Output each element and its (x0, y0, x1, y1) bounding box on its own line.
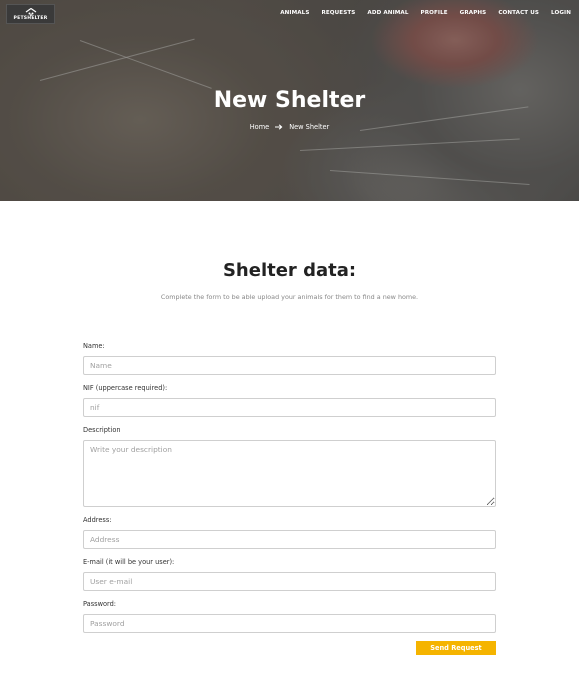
nav-item-requests[interactable]: REQUESTS (321, 10, 355, 16)
paw-house-icon (25, 7, 37, 16)
nav-item-login[interactable]: LOGIN (551, 10, 571, 16)
address-input[interactable] (83, 530, 496, 549)
brand-name: PETSHELTER (13, 15, 48, 21)
email-label: E-mail (it will be your user): (83, 558, 175, 566)
nav-item-add-animal[interactable]: ADD ANIMAL (367, 10, 408, 16)
decor-whisker (299, 138, 520, 151)
description-textarea[interactable] (83, 440, 496, 507)
form-title: Shelter data: (222, 260, 357, 281)
address-label: Address: (83, 516, 112, 524)
breadcrumb-home-link[interactable]: Home (250, 123, 269, 131)
breadcrumb: Home New Shelter (0, 123, 579, 131)
brand-logo[interactable]: PETSHELTER (6, 4, 55, 24)
decor-whisker (79, 40, 212, 89)
page-title: New Shelter (213, 88, 366, 113)
arrow-right-icon (275, 124, 283, 130)
nav-item-graphs[interactable]: GRAPHS (460, 10, 487, 16)
nav-item-contact-us[interactable]: CONTACT US (498, 10, 539, 16)
main-nav: ANIMALS REQUESTS ADD ANIMAL PROFILE GRAP… (268, 10, 571, 16)
nif-label: NIF (uppercase required): (83, 384, 168, 392)
decor-whisker (329, 170, 530, 185)
description-label: Description (83, 426, 121, 434)
nif-input[interactable] (83, 398, 496, 417)
decor-whisker (39, 38, 195, 81)
password-label: Password: (83, 600, 117, 608)
breadcrumb-current: New Shelter (289, 123, 330, 131)
nav-item-profile[interactable]: PROFILE (421, 10, 448, 16)
email-input[interactable] (83, 572, 496, 591)
name-label: Name: (83, 342, 105, 350)
name-input[interactable] (83, 356, 496, 375)
send-request-button[interactable]: Send Request (416, 641, 496, 655)
form-subtitle: Complete the form to be able upload your… (160, 293, 419, 301)
password-input[interactable] (83, 614, 496, 633)
nav-item-animals[interactable]: ANIMALS (280, 10, 309, 16)
